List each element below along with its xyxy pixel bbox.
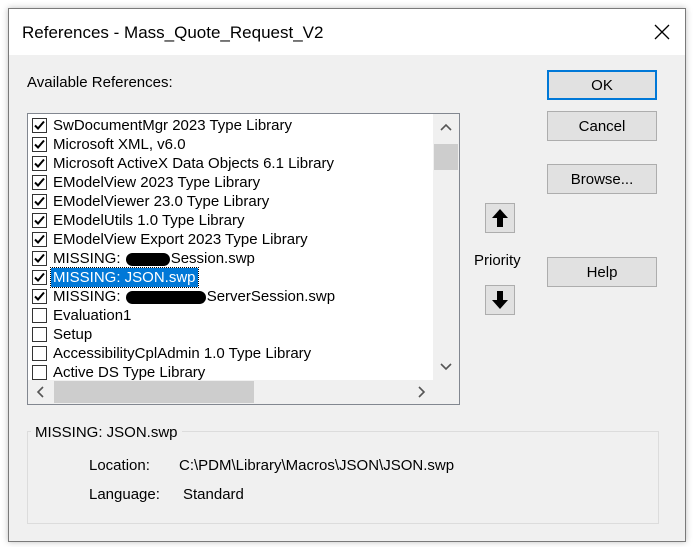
- reference-label: Microsoft XML, v6.0: [53, 136, 186, 153]
- window-title: References - Mass_Quote_Request_V2: [22, 23, 324, 42]
- reference-checkbox[interactable]: [32, 232, 47, 247]
- references-dialog: References - Mass_Quote_Request_V2 Avail…: [8, 8, 686, 542]
- reference-checkbox[interactable]: [32, 213, 47, 228]
- reference-item[interactable]: EModelUtils 1.0 Type Library: [28, 211, 434, 230]
- reference-details-title: MISSING: JSON.swp: [31, 424, 182, 441]
- chevron-left-icon: [36, 386, 44, 398]
- reference-item[interactable]: EModelView Export 2023 Type Library: [28, 230, 434, 249]
- vertical-scroll-thumb[interactable]: [434, 144, 458, 170]
- redaction-mark: [125, 252, 170, 266]
- checkmark-icon: [34, 120, 45, 130]
- reference-item[interactable]: Setup: [28, 325, 434, 344]
- scroll-left-arrow[interactable]: [28, 380, 52, 404]
- checkmark-icon: [34, 234, 45, 244]
- vertical-scrollbar[interactable]: [433, 114, 459, 380]
- checkmark-icon: [34, 291, 45, 301]
- reference-checkbox[interactable]: [32, 289, 47, 304]
- reference-item[interactable]: EModelView 2023 Type Library: [28, 173, 434, 192]
- reference-checkbox[interactable]: [32, 308, 47, 323]
- priority-label: Priority: [474, 252, 521, 269]
- reference-checkbox[interactable]: [32, 346, 47, 361]
- reference-label: EModelUtils 1.0 Type Library: [53, 212, 245, 229]
- priority-down-button[interactable]: [485, 285, 515, 315]
- scrollbar-corner: [433, 380, 459, 404]
- checkmark-icon: [34, 158, 45, 168]
- location-value: C:\PDM\Library\Macros\JSON\JSON.swp: [179, 457, 455, 474]
- reference-label: EModelView Export 2023 Type Library: [53, 231, 308, 248]
- reference-label: MISSING: JSON.swp: [50, 267, 199, 288]
- priority-up-button[interactable]: [485, 203, 515, 233]
- chevron-right-icon: [418, 386, 426, 398]
- ok-button[interactable]: OK: [547, 70, 657, 100]
- reference-label-suffix: Session.swp: [170, 250, 255, 267]
- location-label: Location:: [89, 457, 150, 474]
- checkmark-icon: [34, 139, 45, 149]
- reference-label-prefix: MISSING:: [53, 250, 125, 267]
- checkmark-icon: [34, 272, 45, 282]
- reference-item[interactable]: MISSING: JSON.swp: [28, 267, 434, 288]
- references-list: SwDocumentMgr 2023 Type Library Microsoft…: [28, 116, 434, 380]
- reference-label: Microsoft ActiveX Data Objects 6.1 Libra…: [53, 155, 334, 172]
- reference-label-suffix: ServerSession.swp: [206, 288, 336, 305]
- reference-checkbox[interactable]: [32, 365, 47, 380]
- reference-item[interactable]: Microsoft XML, v6.0: [28, 135, 434, 154]
- reference-checkbox[interactable]: [32, 118, 47, 133]
- reference-item[interactable]: Microsoft ActiveX Data Objects 6.1 Libra…: [28, 154, 434, 173]
- reference-label: MISSING: ServerSession.swp: [51, 287, 337, 306]
- reference-item[interactable]: MISSING: Session.swp: [28, 249, 434, 268]
- reference-label: MISSING: Session.swp: [51, 249, 257, 268]
- reference-checkbox[interactable]: [32, 251, 47, 266]
- reference-label-prefix: MISSING:: [53, 288, 125, 305]
- language-value: Standard: [183, 486, 244, 503]
- arrow-up-icon: [492, 209, 508, 227]
- references-listbox[interactable]: SwDocumentMgr 2023 Type Library Microsoft…: [27, 113, 460, 405]
- language-label: Language:: [89, 486, 160, 503]
- reference-checkbox[interactable]: [32, 175, 47, 190]
- reference-details-group: [27, 431, 659, 524]
- reference-label: Active DS Type Library: [53, 364, 206, 380]
- browse-button[interactable]: Browse...: [547, 164, 657, 194]
- checkmark-icon: [34, 177, 45, 187]
- reference-checkbox[interactable]: [32, 270, 47, 285]
- scroll-up-arrow[interactable]: [433, 114, 459, 140]
- checkmark-icon: [34, 215, 45, 225]
- scroll-right-arrow[interactable]: [410, 380, 434, 404]
- checkmark-icon: [34, 196, 45, 206]
- reference-item[interactable]: MISSING: ServerSession.swp: [28, 287, 434, 306]
- checkmark-icon: [34, 253, 45, 263]
- help-button[interactable]: Help: [547, 257, 657, 287]
- chevron-down-icon: [440, 363, 452, 371]
- arrow-down-icon: [492, 291, 508, 309]
- available-references-label: Available References:: [27, 74, 173, 91]
- reference-checkbox[interactable]: [32, 156, 47, 171]
- scroll-down-arrow[interactable]: [433, 354, 459, 380]
- reference-label: EModelView 2023 Type Library: [53, 174, 261, 191]
- reference-label: EModelViewer 23.0 Type Library: [53, 193, 270, 210]
- reference-label: Setup: [53, 326, 93, 343]
- reference-item[interactable]: EModelViewer 23.0 Type Library: [28, 192, 434, 211]
- close-button[interactable]: [639, 9, 685, 55]
- reference-label: AccessibilityCplAdmin 1.0 Type Library: [53, 345, 312, 362]
- reference-item[interactable]: SwDocumentMgr 2023 Type Library: [28, 116, 434, 135]
- reference-label: Evaluation1: [53, 307, 132, 324]
- horizontal-scroll-thumb[interactable]: [54, 381, 254, 403]
- reference-checkbox[interactable]: [32, 327, 47, 342]
- close-icon: [654, 24, 670, 40]
- redaction-mark: [125, 290, 206, 304]
- reference-checkbox[interactable]: [32, 137, 47, 152]
- reference-item[interactable]: AccessibilityCplAdmin 1.0 Type Library: [28, 344, 434, 363]
- cancel-button[interactable]: Cancel: [547, 111, 657, 141]
- chevron-up-icon: [440, 123, 452, 131]
- title-bar: References - Mass_Quote_Request_V2: [9, 9, 685, 55]
- reference-label: SwDocumentMgr 2023 Type Library: [53, 117, 293, 134]
- horizontal-scrollbar[interactable]: [28, 380, 434, 404]
- reference-item[interactable]: Evaluation1: [28, 306, 434, 325]
- reference-checkbox[interactable]: [32, 194, 47, 209]
- reference-item[interactable]: Active DS Type Library: [28, 363, 434, 380]
